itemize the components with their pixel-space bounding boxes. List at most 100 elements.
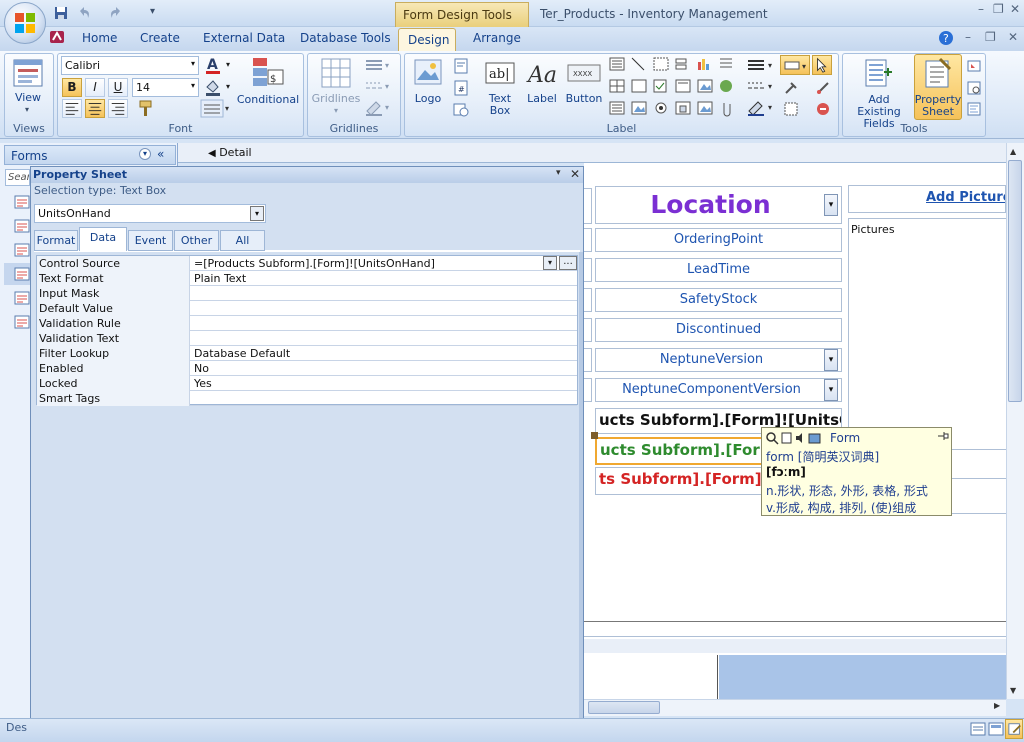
- view-icon[interactable]: [12, 58, 44, 88]
- tab-format[interactable]: Format: [34, 230, 78, 251]
- add-existing-fields-icon[interactable]: [862, 58, 894, 88]
- nav-search-input[interactable]: Search...: [5, 169, 30, 186]
- neptune-version-field[interactable]: NeptuneVersion: [595, 348, 842, 372]
- align-left-icon[interactable]: [62, 99, 82, 118]
- font-color-icon[interactable]: A: [203, 56, 223, 76]
- dictionary-toolbar-icons[interactable]: [765, 431, 825, 445]
- nav-dropdown-icon[interactable]: ▾: [139, 148, 151, 160]
- location-combo-arrow-icon[interactable]: ▾: [824, 194, 838, 216]
- field-stub[interactable]: [584, 378, 592, 402]
- form-view-icon[interactable]: [970, 721, 986, 737]
- font-color-dropdown-icon[interactable]: ▾: [226, 60, 230, 69]
- redo-icon[interactable]: [108, 5, 124, 21]
- property-row[interactable]: Input Mask: [37, 286, 577, 301]
- vertical-scroll-thumb[interactable]: [1008, 160, 1022, 402]
- fill-color-dropdown-icon[interactable]: ▾: [226, 82, 230, 91]
- align-right-icon[interactable]: [108, 99, 128, 118]
- property-sheet-splitter[interactable]: [579, 252, 583, 738]
- bold-button[interactable]: B: [62, 78, 82, 97]
- font-size-select[interactable]: 14 ▾: [132, 78, 199, 97]
- tab-other[interactable]: Other: [174, 230, 219, 251]
- view-code-icon[interactable]: [966, 101, 982, 117]
- tab-database-tools[interactable]: Database Tools: [300, 31, 391, 45]
- property-value-input[interactable]: Database Default: [192, 346, 577, 361]
- text-box-icon[interactable]: ab|: [484, 58, 516, 88]
- control-source-dropdown-icon[interactable]: ▾: [543, 256, 557, 270]
- ordering-point-field[interactable]: OrderingPoint: [595, 228, 842, 252]
- field-stub[interactable]: [584, 288, 592, 312]
- property-row[interactable]: Locked Yes: [37, 376, 577, 391]
- ribbon-restore-icon[interactable]: ❐: [985, 30, 996, 44]
- scroll-right-icon[interactable]: ▶: [994, 701, 1000, 710]
- set-control-defaults-icon[interactable]: [783, 101, 799, 117]
- nav-header[interactable]: Forms ▾ «: [4, 145, 176, 165]
- neptune-version-combo-arrow-icon[interactable]: ▾: [824, 349, 838, 371]
- property-row[interactable]: Enabled No: [37, 361, 577, 376]
- button-button[interactable]: Button: [564, 93, 604, 105]
- subform-icon[interactable]: [966, 80, 982, 96]
- nav-collapse-button[interactable]: «: [157, 147, 164, 161]
- ribbon-minimize-icon[interactable]: –: [965, 30, 971, 44]
- form-object-icon[interactable]: [14, 290, 30, 306]
- use-control-wizards-icon[interactable]: ▾: [780, 55, 810, 75]
- property-row[interactable]: Default Value: [37, 301, 577, 316]
- font-name-select[interactable]: Calibri ▾: [61, 56, 199, 75]
- line-color-icon[interactable]: ▾: [746, 99, 776, 117]
- property-row[interactable]: Validation Text: [37, 331, 577, 346]
- line-type-icon[interactable]: ▾: [746, 78, 776, 94]
- tab-order-icon[interactable]: [966, 58, 982, 74]
- horizontal-scroll-thumb[interactable]: [588, 701, 660, 714]
- gridline-style-icon[interactable]: ▾: [364, 78, 392, 94]
- view-button[interactable]: View: [8, 92, 48, 104]
- location-field[interactable]: Location: [595, 186, 842, 224]
- form-object-icon[interactable]: [14, 218, 30, 234]
- property-value-input[interactable]: [192, 286, 577, 301]
- minimize-button[interactable]: –: [978, 2, 984, 16]
- customize-qat-icon[interactable]: ▾: [150, 6, 155, 17]
- undo-icon[interactable]: [76, 5, 92, 21]
- logo-icon[interactable]: [413, 56, 443, 88]
- insert-activex-icon[interactable]: [783, 80, 799, 96]
- date-time-icon[interactable]: [453, 101, 469, 117]
- form-object-icon[interactable]: [14, 194, 30, 210]
- pin-icon[interactable]: [936, 430, 950, 442]
- tab-home[interactable]: Home: [82, 31, 117, 45]
- lead-time-field[interactable]: LeadTime: [595, 258, 842, 282]
- label-button[interactable]: Label: [524, 93, 560, 105]
- property-value-input[interactable]: [192, 316, 577, 331]
- property-row[interactable]: Validation Rule: [37, 316, 577, 331]
- property-value-input[interactable]: [192, 391, 577, 406]
- align-center-icon[interactable]: [85, 99, 105, 118]
- property-value-input[interactable]: [192, 331, 577, 346]
- gridlines-button[interactable]: Gridlines: [310, 93, 362, 105]
- property-value-input[interactable]: [192, 301, 577, 316]
- property-value-input[interactable]: Yes: [192, 376, 577, 391]
- gridlines-dropdown-icon[interactable]: ▾: [334, 106, 338, 115]
- button-icon[interactable]: XXXX: [566, 62, 602, 84]
- tab-arrange[interactable]: Arrange: [473, 31, 521, 45]
- office-button[interactable]: [4, 2, 46, 44]
- field-stub[interactable]: [584, 348, 592, 372]
- italic-button[interactable]: I: [85, 78, 105, 97]
- scroll-down-icon[interactable]: ▼: [1010, 686, 1016, 695]
- property-row[interactable]: Smart Tags: [37, 391, 577, 406]
- property-value-input[interactable]: No: [192, 361, 577, 376]
- fill-color-icon[interactable]: [203, 78, 223, 98]
- property-sheet-close-icon[interactable]: ✕: [570, 167, 580, 181]
- control-toolbox-grid[interactable]: [608, 56, 738, 120]
- ribbon-close-icon[interactable]: ✕: [1008, 30, 1018, 44]
- builder-button[interactable]: ...: [559, 256, 577, 270]
- label-icon[interactable]: Aa: [526, 58, 558, 88]
- layout-view-icon[interactable]: [988, 721, 1004, 737]
- tab-event[interactable]: Event: [128, 230, 173, 251]
- underline-button[interactable]: U: [108, 78, 128, 97]
- format-painter-icon[interactable]: [135, 99, 155, 118]
- conditional-formatting-icon[interactable]: $: [251, 56, 285, 90]
- close-button[interactable]: ✕: [1010, 2, 1020, 16]
- scroll-up-icon[interactable]: ▲: [1010, 147, 1016, 156]
- property-row[interactable]: Filter Lookup Database Default: [37, 346, 577, 361]
- field-stub[interactable]: [584, 318, 592, 342]
- page-numbers-icon[interactable]: #: [453, 80, 469, 96]
- form-object-icon[interactable]: [14, 314, 30, 330]
- title-icon[interactable]: [453, 58, 469, 74]
